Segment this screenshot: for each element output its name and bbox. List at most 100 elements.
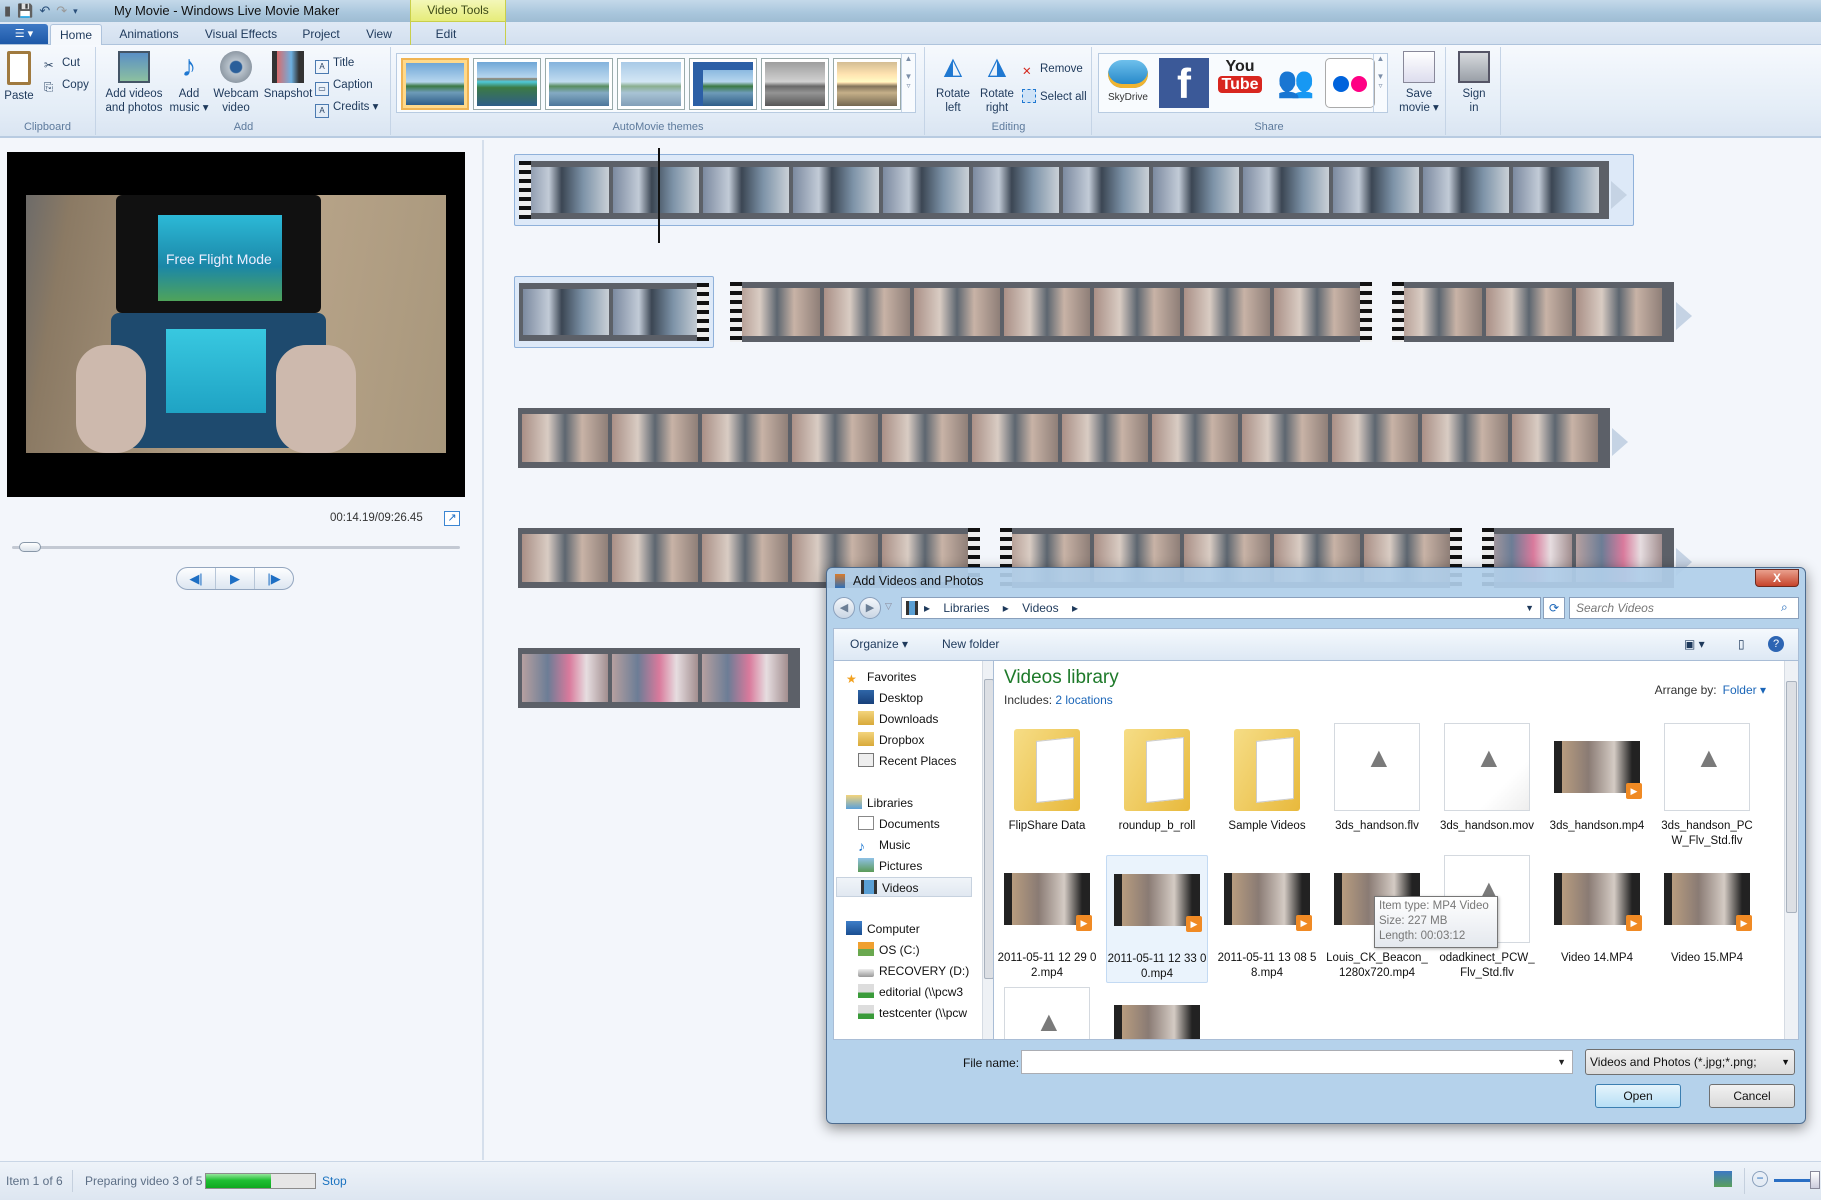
nav-drive-c[interactable]: OS (C:)	[858, 940, 920, 960]
file-item[interactable]: 3ds_handson.flv	[1326, 723, 1428, 834]
file-item[interactable]: Sample Videos	[1216, 723, 1318, 834]
app-menu-button[interactable]: ☰ ▾	[0, 24, 48, 44]
zoom-slider-thumb[interactable]	[1810, 1171, 1820, 1189]
seek-thumb[interactable]	[19, 542, 42, 552]
nav-scroll-thumb[interactable]	[984, 679, 993, 979]
caption-button[interactable]: ▭ Caption	[315, 75, 373, 96]
rotate-right-button[interactable]: ◮ Rotate right	[976, 51, 1018, 115]
file-item[interactable]	[996, 987, 1098, 1039]
theme-item[interactable]	[545, 58, 613, 110]
file-list-scrollbar[interactable]	[1784, 661, 1798, 1039]
credits-button[interactable]: A Credits ▾	[315, 97, 378, 118]
file-item[interactable]: 3ds_handson.mp4	[1546, 723, 1648, 834]
popout-preview-icon[interactable]: ↗	[444, 511, 460, 526]
add-videos-button[interactable]: Add videos and photos	[103, 51, 165, 115]
seek-bar[interactable]	[12, 546, 460, 549]
nav-desktop[interactable]: Desktop	[858, 688, 923, 708]
organize-button[interactable]: Organize ▾	[850, 637, 908, 651]
undo-icon[interactable]: ↶	[39, 2, 50, 20]
nav-pictures[interactable]: Pictures	[858, 856, 922, 876]
theme-item[interactable]	[761, 58, 829, 110]
redo-icon[interactable]: ↷	[56, 2, 67, 20]
breadcrumb-libraries[interactable]: Libraries	[943, 601, 989, 615]
paste-button[interactable]: Paste	[2, 51, 36, 103]
share-gallery-scroll[interactable]: ▲ ▼ ▿	[1373, 54, 1387, 112]
file-list-scroll-thumb[interactable]	[1786, 681, 1797, 913]
address-bar[interactable]: ▸ Libraries ▸ Videos ▸ ▼	[901, 597, 1541, 619]
file-item[interactable]: roundup_b_roll	[1106, 723, 1208, 834]
open-button[interactable]: Open	[1595, 1084, 1681, 1108]
preview-pane-icon[interactable]: ▯	[1738, 637, 1745, 651]
skydrive-button[interactable]: SkyDrive	[1103, 58, 1153, 108]
recent-pages-icon[interactable]: ▽	[885, 601, 892, 612]
webcam-video-button[interactable]: Webcam video	[211, 51, 261, 115]
nav-dropbox[interactable]: Dropbox	[858, 730, 924, 750]
theme-item[interactable]	[473, 58, 541, 110]
remove-button[interactable]: ✕ Remove	[1022, 59, 1083, 79]
gallery-scroll[interactable]: ▲ ▼ ▿	[901, 54, 915, 112]
file-type-select[interactable]: Videos and Photos (*.jpg;*.png; ▼	[1585, 1049, 1795, 1075]
sign-in-button[interactable]: ​ Sign in	[1455, 51, 1493, 115]
file-item[interactable]: Video 15.MP4	[1656, 855, 1758, 966]
nav-videos[interactable]: Videos	[836, 877, 972, 897]
theme-item[interactable]	[401, 58, 469, 110]
save-icon[interactable]: 💾	[17, 2, 33, 20]
nav-scrollbar[interactable]	[982, 661, 993, 1039]
stop-link[interactable]: Stop	[322, 1174, 347, 1188]
forward-button[interactable]: ▶	[859, 597, 881, 619]
theme-item[interactable]	[689, 58, 757, 110]
youtube-icon[interactable]: You Tube	[1215, 58, 1265, 108]
thumbnail-size-icon[interactable]	[1714, 1171, 1732, 1187]
next-frame-button[interactable]: |▶	[255, 568, 293, 589]
file-item[interactable]: 2011-05-11 13 08 58.mp4	[1216, 855, 1318, 981]
pane-divider[interactable]	[482, 140, 484, 1160]
playhead[interactable]	[658, 148, 660, 243]
add-music-button[interactable]: ♪ Add music ▾	[169, 51, 209, 115]
file-item[interactable]	[1106, 987, 1208, 1039]
file-item[interactable]: 2011-05-11 12 33 00.mp4	[1106, 855, 1208, 983]
cut-button[interactable]: ✂ Cut	[44, 53, 80, 73]
file-item[interactable]: FlipShare Data	[996, 723, 1098, 834]
zoom-slider[interactable]	[1774, 1179, 1814, 1182]
title-button[interactable]: A Title	[315, 53, 354, 74]
nav-music[interactable]: ♪ Music	[858, 835, 910, 855]
address-dropdown-icon[interactable]: ▼	[1525, 598, 1534, 618]
select-all-button[interactable]: Select all	[1022, 87, 1087, 107]
file-item[interactable]: 2011-05-11 12 29 02.mp4	[996, 855, 1098, 981]
save-movie-button[interactable]: Save movie ▾	[1395, 51, 1443, 115]
theme-item[interactable]	[617, 58, 685, 110]
rotate-left-button[interactable]: ◭ Rotate left	[932, 51, 974, 115]
breadcrumb-videos[interactable]: Videos	[1022, 601, 1058, 615]
nav-favorites[interactable]: ★ Favorites	[846, 667, 916, 687]
nav-network-testcenter[interactable]: testcenter (\\pcw	[858, 1003, 967, 1023]
tab-animations[interactable]: Animations	[112, 24, 186, 45]
file-item[interactable]: 3ds_handson_PCW_Flv_Std.flv	[1656, 723, 1758, 849]
file-name-input[interactable]: ▼	[1021, 1050, 1573, 1074]
change-view-icon[interactable]: ▣ ▾	[1684, 637, 1705, 651]
storyboard-clip[interactable]	[514, 276, 714, 348]
storyboard-clip[interactable]	[514, 402, 1634, 474]
theme-item[interactable]	[833, 58, 901, 110]
nav-computer[interactable]: Computer	[846, 919, 920, 939]
file-item[interactable]: 3ds_handson.mov	[1436, 723, 1538, 834]
customize-qat-icon[interactable]: ▾	[73, 2, 78, 20]
copy-button[interactable]: ⎘ Copy	[44, 75, 89, 95]
tab-project[interactable]: Project	[296, 24, 346, 45]
nav-recent-places[interactable]: Recent Places	[858, 751, 956, 771]
storyboard-clip[interactable]	[1388, 276, 1698, 348]
flickr-icon[interactable]	[1325, 58, 1375, 108]
nav-documents[interactable]: Documents	[858, 814, 940, 834]
previous-frame-button[interactable]: ◀|	[177, 568, 216, 589]
storyboard-clip[interactable]	[514, 642, 804, 714]
snapshot-button[interactable]: Snapshot	[261, 51, 315, 101]
file-name-dropdown-icon[interactable]: ▼	[1557, 1057, 1566, 1067]
storyboard-clip[interactable]	[514, 154, 1634, 226]
tab-home[interactable]: Home	[50, 24, 102, 45]
tab-visual-effects[interactable]: Visual Effects	[198, 24, 284, 45]
help-icon[interactable]: ?	[1768, 636, 1784, 652]
refresh-button[interactable]: ⟳	[1543, 597, 1565, 619]
arrange-by-dropdown[interactable]: Folder ▾	[1723, 683, 1766, 697]
search-input[interactable]: Search Videos	[1569, 597, 1799, 619]
close-button[interactable]: X	[1755, 569, 1799, 587]
zoom-out-icon[interactable]: −	[1752, 1171, 1768, 1187]
